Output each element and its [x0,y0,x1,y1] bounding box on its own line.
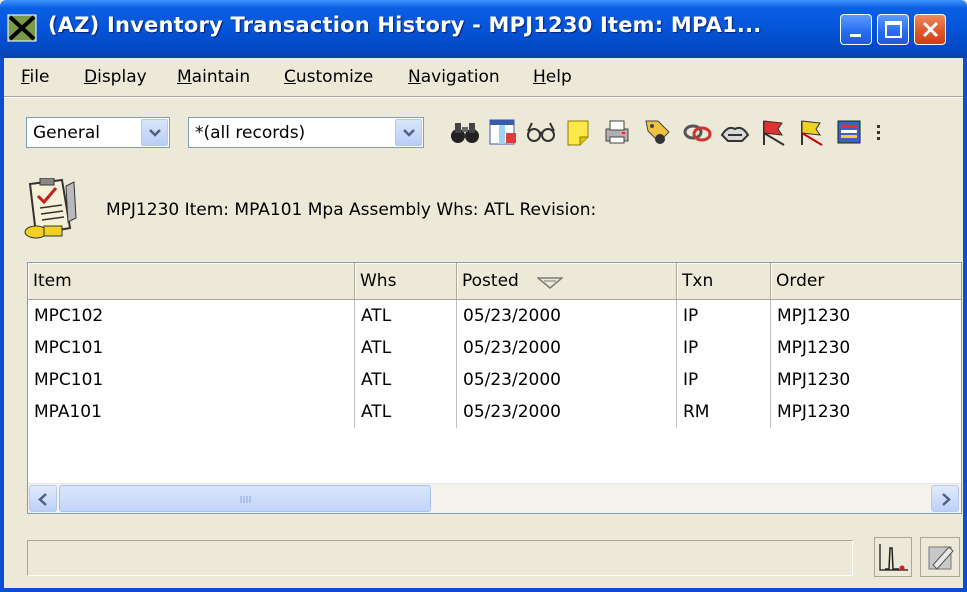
horizontal-scrollbar[interactable] [28,483,961,513]
window-border-bottom [0,588,967,592]
column-header-posted[interactable]: Posted [457,263,677,300]
cell-txn: RM [683,402,710,422]
cell-txn: IP [683,370,699,390]
window-border-left [0,58,4,592]
cell-item: MPC101 [34,370,104,390]
column-header-item[interactable]: Item [28,263,355,300]
table-row[interactable]: MPC101 ATL 05/23/2000 IP MPJ1230 [28,332,961,364]
title-bar[interactable]: (AZ) Inventory Transaction History - MPJ… [0,0,967,58]
chevron-down-icon [403,129,415,137]
cell-posted: 05/23/2000 [463,338,561,358]
cell-item: MPC102 [34,306,104,326]
clipboard-checklist-icon [22,177,92,240]
cell-order: MPJ1230 [777,306,851,326]
menu-display[interactable]: Display [84,67,147,87]
menu-customize[interactable]: Customize [284,67,373,87]
cell-whs: ATL [361,338,392,358]
cell-whs: ATL [361,306,392,326]
window-title: (AZ) Inventory Transaction History - MPJ… [48,13,762,37]
table-row[interactable]: MPC101 ATL 05/23/2000 IP MPJ1230 [28,364,961,396]
more-icon[interactable] [872,117,886,147]
chevron-down-icon [149,129,161,137]
tag-icon[interactable] [642,117,672,147]
cell-posted: 05/23/2000 [463,402,561,422]
chart-icon [879,544,908,571]
flag-icon[interactable] [758,117,788,147]
cell-txn: IP [683,338,699,358]
menu-separator [0,96,967,98]
menu-bar: File Display Maintain Customize Navigati… [0,58,967,96]
scroll-right-button[interactable] [931,485,959,512]
view-select-value: General [33,123,100,143]
chevron-left-icon [38,493,47,506]
cell-posted: 05/23/2000 [463,306,561,326]
filter-select-value: *(all records) [195,123,306,143]
minimize-icon [850,34,861,37]
menu-navigation[interactable]: Navigation [408,67,500,87]
link-icon[interactable] [682,117,712,147]
sort-descending-icon [537,277,563,289]
cell-whs: ATL [361,402,392,422]
edit-icon [928,546,954,570]
grip-icon [240,496,251,503]
view-select-dropdown-button[interactable] [141,119,168,146]
column-header-whs[interactable]: Whs [355,263,457,300]
cell-order: MPJ1230 [777,402,851,422]
cell-posted: 05/23/2000 [463,370,561,390]
edit-button[interactable] [920,537,960,577]
flag-alt-icon[interactable] [796,117,826,147]
grid-header: Item Whs Posted Txn Order [28,263,961,300]
header-info: MPJ1230 Item: MPA101 Mpa Assembly Whs: A… [106,200,597,220]
printer-icon[interactable] [602,117,632,147]
column-chooser-icon[interactable] [488,117,518,147]
cell-order: MPJ1230 [777,370,851,390]
status-field [27,540,853,576]
menu-help[interactable]: Help [533,67,572,87]
column-header-order[interactable]: Order [771,263,961,300]
table-row[interactable]: MPA101 ATL 05/23/2000 RM MPJ1230 [28,396,961,428]
column-header-txn[interactable]: Txn [677,263,771,300]
menu-file[interactable]: File [21,67,49,87]
cell-txn: IP [683,306,699,326]
cell-item: MPC101 [34,338,104,358]
table-row[interactable]: MPC102 ATL 05/23/2000 IP MPJ1230 [28,300,961,332]
close-button[interactable] [914,14,946,45]
menu-maintain[interactable]: Maintain [177,67,250,87]
transaction-grid[interactable]: Item Whs Posted Txn Order MPC102 ATL 05/… [27,262,962,514]
maximize-icon [885,21,902,38]
report-icon[interactable] [834,117,864,147]
close-icon [922,21,939,38]
chart-button[interactable] [874,537,912,577]
chevron-right-icon [942,493,951,506]
cell-item: MPA101 [34,402,102,422]
app-window: (AZ) Inventory Transaction History - MPJ… [0,0,967,592]
job-x-icon[interactable] [7,14,37,42]
filter-select-dropdown-button[interactable] [395,119,422,146]
glasses-icon[interactable] [526,117,556,147]
scroll-left-button[interactable] [29,485,57,512]
cell-order: MPJ1230 [777,338,851,358]
filter-select[interactable]: *(all records) [188,117,424,148]
view-select[interactable]: General [26,117,170,148]
window-border-right [963,58,967,592]
maximize-button[interactable] [877,14,909,45]
binoculars-icon[interactable] [450,117,480,147]
minimize-button[interactable] [840,14,872,45]
handshake-icon[interactable] [720,117,750,147]
note-icon[interactable] [564,117,594,147]
cell-whs: ATL [361,370,392,390]
scroll-thumb[interactable] [59,485,431,512]
